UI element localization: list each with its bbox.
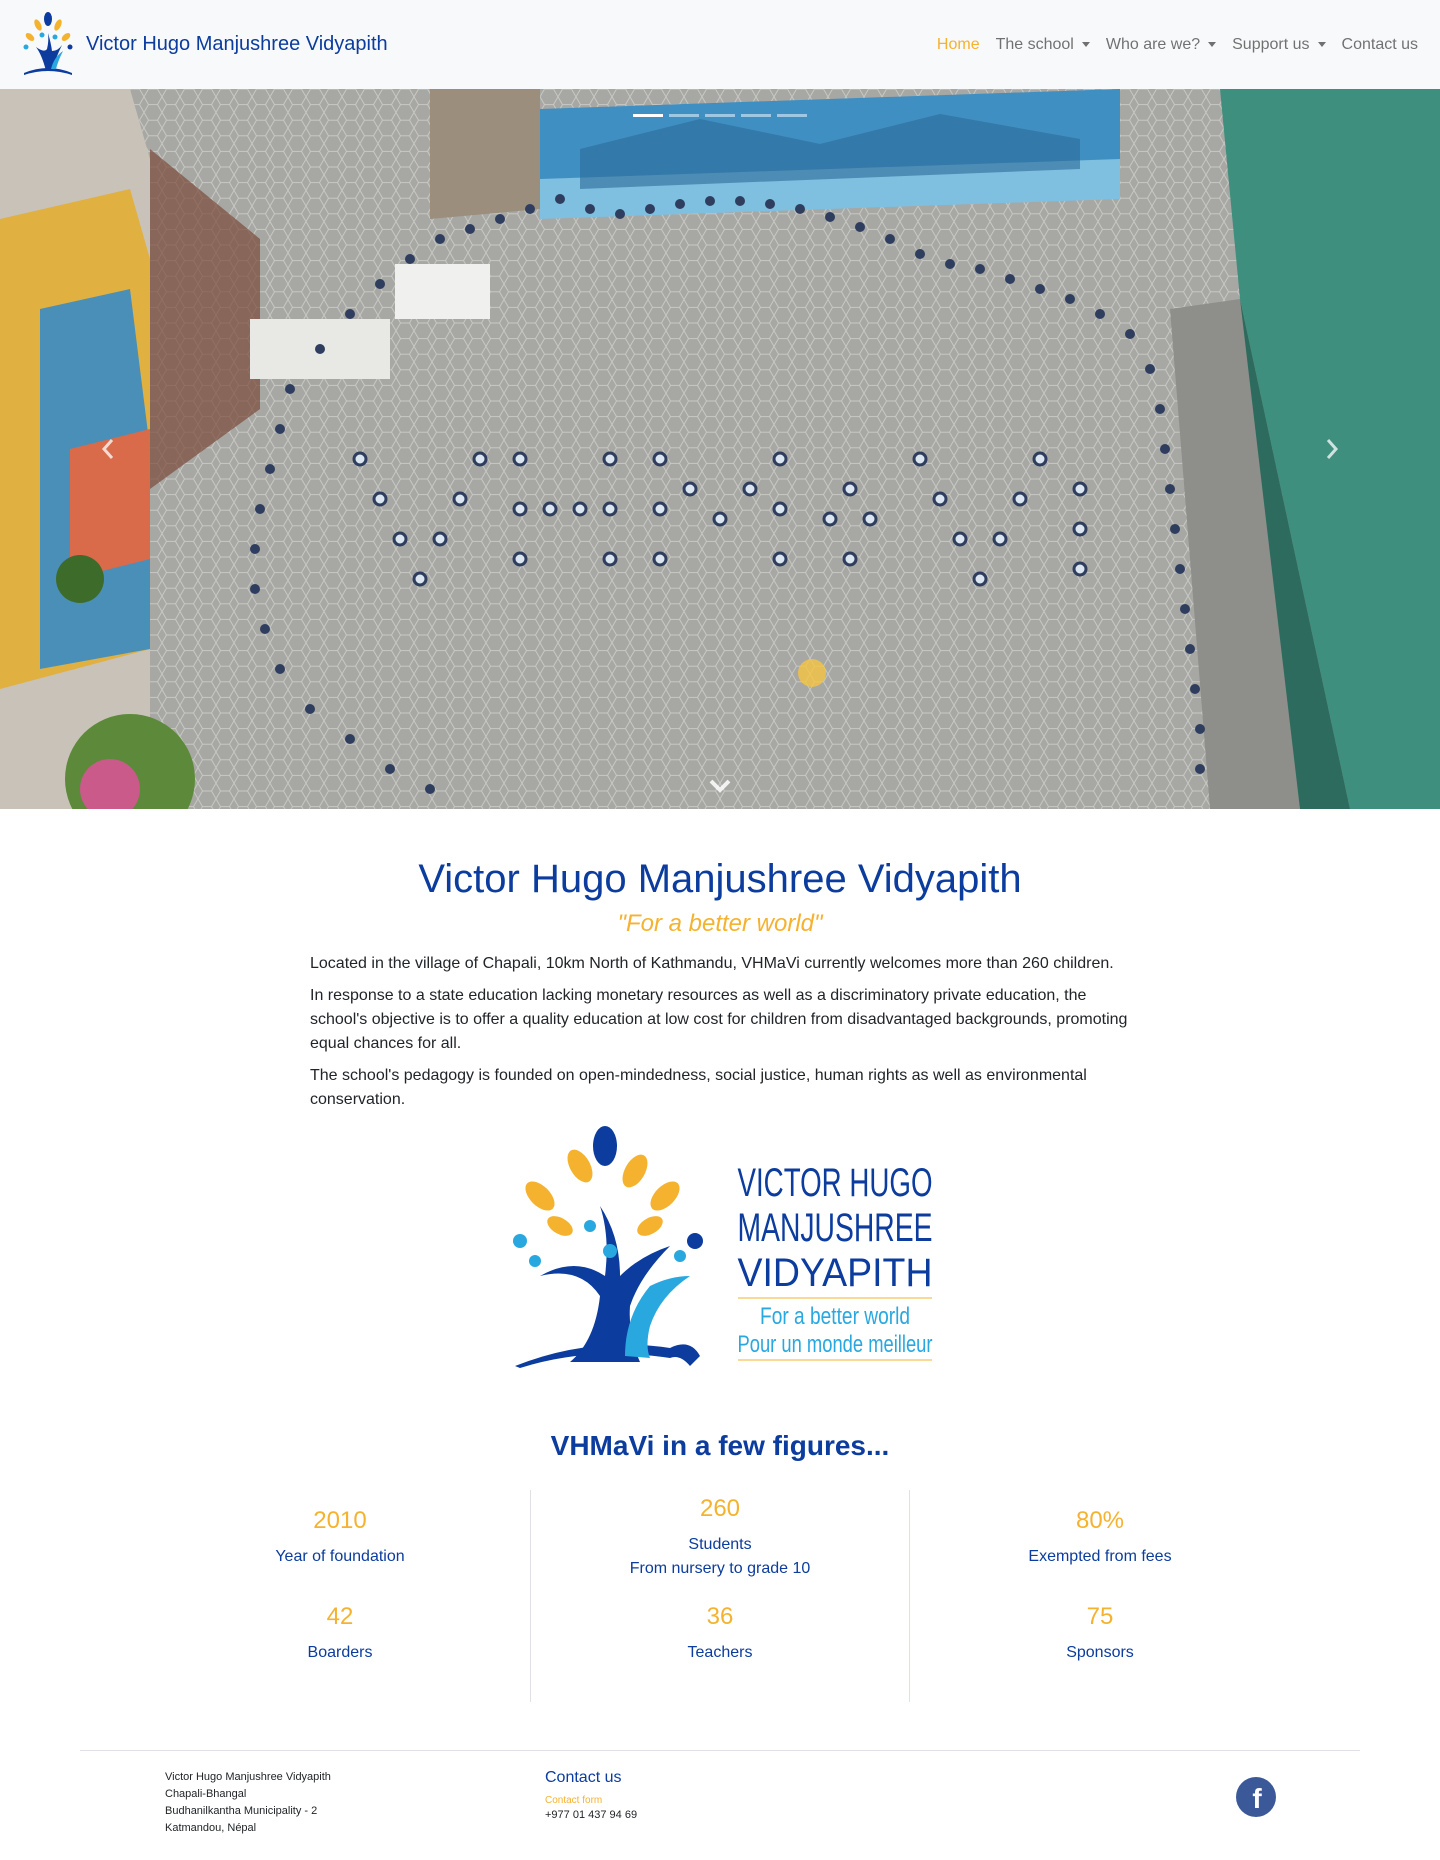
nav-who-are-we[interactable]: Who are we? xyxy=(1098,28,1224,62)
figure-label-main: Students xyxy=(688,1536,752,1553)
figures-column: 80% Exempted from fees 75 Sponsors xyxy=(910,1490,1290,1702)
figure-label: Students From nursery to grade 10 xyxy=(630,1533,811,1581)
caret-down-icon xyxy=(1317,42,1326,47)
chevron-down-icon xyxy=(709,779,731,793)
footer-address: Victor Hugo Manjushree Vidyapith Chapali… xyxy=(80,1769,460,1860)
nav-support-us-label: Support us xyxy=(1232,35,1310,53)
figure-value: 260 xyxy=(699,1495,741,1522)
address-line: Budhanilkantha Municipality - 2 xyxy=(165,1805,318,1817)
carousel-next-button[interactable] xyxy=(1224,89,1440,809)
figure-teachers: 36 Teachers xyxy=(688,1586,753,1682)
logo-line-1: VICTOR HUGO xyxy=(738,1161,933,1205)
scroll-down-button[interactable] xyxy=(708,778,732,799)
figure-value: 75 xyxy=(1086,1603,1114,1630)
nav-contact-us-label: Contact us xyxy=(1341,35,1418,53)
intro-paragraph: The school's pedagogy is founded on open… xyxy=(310,1067,1087,1108)
facebook-link[interactable]: f xyxy=(1236,1777,1276,1817)
main-nav: Home The school Who are we? Support us C… xyxy=(929,28,1426,62)
nav-home-label: Home xyxy=(936,35,980,53)
top-navbar: Victor Hugo Manjushree Vidyapith Home Th… xyxy=(0,0,1440,89)
address-line: Chapali-Bhangal xyxy=(165,1788,247,1800)
nav-the-school[interactable]: The school xyxy=(988,28,1098,62)
nav-support-us[interactable]: Support us xyxy=(1224,28,1333,62)
figure-students: 260 Students From nursery to grade 10 xyxy=(630,1490,811,1586)
figure-label-sub: From nursery to grade 10 xyxy=(629,1560,811,1577)
figure-label: Sponsors xyxy=(1066,1644,1134,1661)
logo-motto-fr: Pour un monde meilleur xyxy=(738,1331,933,1358)
carousel-indicator-2[interactable] xyxy=(669,114,699,117)
caret-down-icon xyxy=(1208,42,1217,47)
carousel-prev-button[interactable] xyxy=(0,89,216,809)
nav-home[interactable]: Home xyxy=(929,28,988,62)
figures-title: VHMaVi in a few figures... xyxy=(550,1430,890,1461)
carousel-indicator-1[interactable] xyxy=(633,114,663,117)
figure-label: Teachers xyxy=(687,1644,753,1661)
brand-name: Victor Hugo Manjushree Vidyapith xyxy=(86,33,388,55)
intro-paragraph: Located in the village of Chapali, 10km … xyxy=(310,955,1114,972)
caret-down-icon xyxy=(1081,42,1090,47)
hero-carousel xyxy=(0,89,1440,809)
chevron-right-icon xyxy=(1326,439,1339,459)
logo-line-3: VIDYAPITH xyxy=(738,1251,933,1295)
footer-social: f xyxy=(840,1769,1360,1860)
nav-who-are-we-label: Who are we? xyxy=(1105,35,1201,53)
figure-sponsors: 75 Sponsors xyxy=(1066,1586,1134,1682)
address-line: Katmandou, Népal xyxy=(165,1822,257,1834)
nav-contact-us[interactable]: Contact us xyxy=(1334,28,1426,62)
contact-form-link[interactable]: Contact form xyxy=(545,1795,840,1806)
figure-value: 36 xyxy=(706,1603,734,1630)
tree-logo-icon xyxy=(513,1126,703,1368)
footer: Victor Hugo Manjushree Vidyapith Chapali… xyxy=(80,1750,1360,1860)
carousel-indicators xyxy=(633,114,807,117)
phone-number: +977 01 437 94 69 xyxy=(545,1809,638,1821)
contact-title: Contact us xyxy=(545,1769,622,1786)
figure-label: Year of foundation xyxy=(275,1548,405,1565)
footer-contact: Contact us Contact form +977 01 437 94 6… xyxy=(460,1769,840,1860)
nav-the-school-label: The school xyxy=(995,35,1074,53)
figure-boarders: 42 Boarders xyxy=(308,1586,373,1682)
figure-year-of-foundation: 2010 Year of foundation xyxy=(275,1490,404,1586)
figures-column: 260 Students From nursery to grade 10 36… xyxy=(530,1490,910,1702)
figure-value: 42 xyxy=(326,1603,354,1630)
tagline: "For a better world" xyxy=(617,910,823,937)
figure-value: 80% xyxy=(1075,1507,1125,1534)
carousel-indicator-3[interactable] xyxy=(705,114,735,117)
carousel-indicator-5[interactable] xyxy=(777,114,807,117)
school-logo: VICTOR HUGO MANJUSHREE VIDYAPITH For a b… xyxy=(513,1126,933,1368)
tree-logo-icon xyxy=(23,11,73,75)
facebook-icon: f xyxy=(1252,1783,1262,1814)
figure-label: Exempted from fees xyxy=(1028,1548,1172,1565)
chevron-left-icon xyxy=(101,439,114,459)
intro-paragraph: In response to a state education lacking… xyxy=(310,987,1128,1052)
figure-label: Boarders xyxy=(307,1644,373,1661)
brand-link[interactable]: Victor Hugo Manjushree Vidyapith xyxy=(18,11,388,79)
intro-section: Victor Hugo Manjushree Vidyapith "For a … xyxy=(310,809,1130,1112)
logo-line-2: MANJUSHREE xyxy=(738,1206,933,1250)
address-line: Victor Hugo Manjushree Vidyapith xyxy=(165,1771,331,1783)
page-title: Victor Hugo Manjushree Vidyapith xyxy=(418,857,1022,901)
logo-motto-en: For a better world xyxy=(760,1303,910,1330)
figures-grid: 2010 Year of foundation 42 Boarders 260 … xyxy=(0,1490,1440,1702)
carousel-indicator-4[interactable] xyxy=(741,114,771,117)
figure-value: 2010 xyxy=(313,1507,367,1534)
figures-column: 2010 Year of foundation 42 Boarders xyxy=(150,1490,530,1702)
figure-exempted-from-fees: 80% Exempted from fees xyxy=(1028,1490,1171,1586)
